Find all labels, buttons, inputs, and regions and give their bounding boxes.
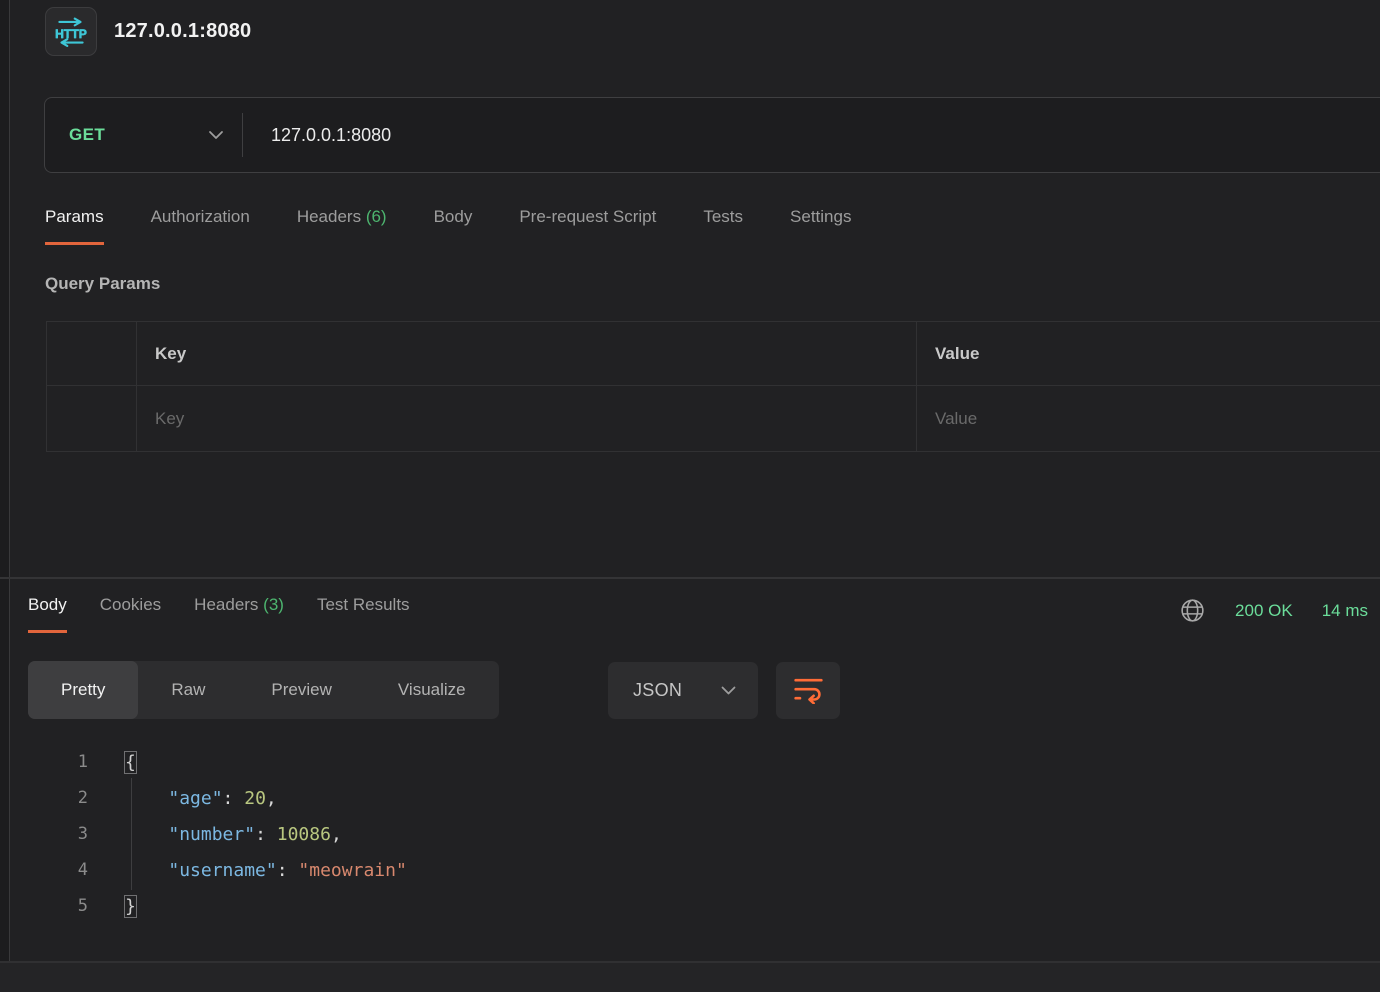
tab-pre-request-script[interactable]: Pre-request Script [519, 207, 656, 245]
tab-label: Body [434, 207, 473, 226]
chevron-down-icon [721, 686, 736, 695]
code-line: 5} [0, 888, 1380, 924]
key-column-header: Key [137, 322, 917, 385]
line-number: 2 [0, 788, 88, 808]
wrap-text-button[interactable] [776, 662, 840, 719]
tab-label: Cookies [100, 595, 161, 614]
tab-response-cookies[interactable]: Cookies [100, 595, 161, 633]
tab-authorization[interactable]: Authorization [151, 207, 250, 245]
wrap-text-icon [793, 677, 824, 704]
svg-text:HTTP: HTTP [55, 26, 87, 40]
code-line: 2 "age": 20, [0, 780, 1380, 816]
tab-label: Authorization [151, 207, 250, 226]
param-value-input[interactable]: Value [917, 386, 1380, 451]
code-line-text: "number": 10086, [88, 824, 342, 845]
table-header-row: Key Value [47, 322, 1380, 386]
tab-label: Headers [194, 595, 258, 614]
query-params-heading: Query Params [45, 274, 160, 294]
param-input-row: Key Value [47, 386, 1380, 452]
method-label: GET [69, 125, 105, 145]
code-editor-lines: 1{2 "age": 20,3 "number": 10086,4 "usern… [0, 744, 1380, 924]
response-meta: 200 OK 14 ms [1179, 597, 1368, 624]
tab-body[interactable]: Body [434, 207, 473, 245]
tab-label: Pre-request Script [519, 207, 656, 226]
tab-label: Params [45, 207, 104, 226]
line-number: 4 [0, 860, 88, 880]
code-line: 1{ [0, 744, 1380, 780]
view-mode-switch: Pretty Raw Preview Visualize [28, 661, 499, 719]
view-pretty[interactable]: Pretty [28, 661, 138, 719]
code-line-text: { [88, 752, 136, 773]
code-line-text: "age": 20, [88, 788, 277, 809]
line-number: 5 [0, 896, 88, 916]
code-line: 3 "number": 10086, [0, 816, 1380, 852]
tab-test-results[interactable]: Test Results [317, 595, 410, 633]
status-bar [0, 963, 1380, 992]
globe-icon[interactable] [1179, 597, 1206, 624]
tab-tests[interactable]: Tests [703, 207, 743, 245]
status-badge: 200 OK [1235, 601, 1293, 621]
row-select-cell [47, 386, 137, 451]
tab-settings[interactable]: Settings [790, 207, 851, 245]
response-tabs: Body Cookies Headers (3) Test Results [28, 595, 410, 633]
view-preview[interactable]: Preview [238, 661, 364, 719]
request-tabs: Params Authorization Headers (6) Body Pr… [45, 207, 851, 245]
tab-response-headers[interactable]: Headers (3) [194, 595, 284, 633]
tab-label: Body [28, 595, 67, 614]
code-editor[interactable]: 1{2 "age": 20,3 "number": 10086,4 "usern… [0, 744, 1380, 924]
tab-params[interactable]: Params [45, 207, 104, 245]
url-input[interactable]: 127.0.0.1:8080 [243, 125, 1380, 146]
app-window: HTTP 127.0.0.1:8080 GET 127.0.0.1:8080 P… [0, 0, 1380, 992]
value-column-header: Value [917, 322, 1380, 385]
request-header: HTTP 127.0.0.1:8080 [45, 7, 251, 56]
format-dropdown[interactable]: JSON [608, 662, 758, 719]
code-line-text: } [88, 896, 136, 917]
tab-response-body[interactable]: Body [28, 595, 67, 633]
pane-divider [0, 577, 1380, 579]
response-headers-count-badge: (3) [263, 595, 284, 614]
response-tabbar: Body Cookies Headers (3) Test Results [28, 595, 410, 633]
format-label: JSON [633, 680, 682, 701]
url-bar: GET 127.0.0.1:8080 [44, 97, 1380, 173]
tab-headers[interactable]: Headers (6) [297, 207, 387, 245]
http-icon: HTTP [45, 7, 97, 56]
method-selector[interactable]: GET [45, 98, 242, 172]
tab-label: Settings [790, 207, 851, 226]
tab-label: Tests [703, 207, 743, 226]
indent-guide [131, 778, 132, 890]
line-number: 1 [0, 752, 88, 772]
tab-label: Test Results [317, 595, 410, 614]
response-time: 14 ms [1322, 601, 1368, 621]
row-select-column-header [47, 322, 137, 385]
line-number: 3 [0, 824, 88, 844]
view-raw[interactable]: Raw [138, 661, 238, 719]
view-visualize[interactable]: Visualize [365, 661, 499, 719]
tab-label: Headers [297, 207, 361, 226]
request-title: 127.0.0.1:8080 [114, 20, 251, 43]
param-key-input[interactable]: Key [137, 386, 917, 451]
chevron-down-icon [208, 130, 224, 140]
headers-count-badge: (6) [366, 207, 387, 226]
query-params-table: Key Value Key Value [46, 321, 1380, 452]
code-line-text: "username": "meowrain" [88, 860, 407, 881]
code-line: 4 "username": "meowrain" [0, 852, 1380, 888]
